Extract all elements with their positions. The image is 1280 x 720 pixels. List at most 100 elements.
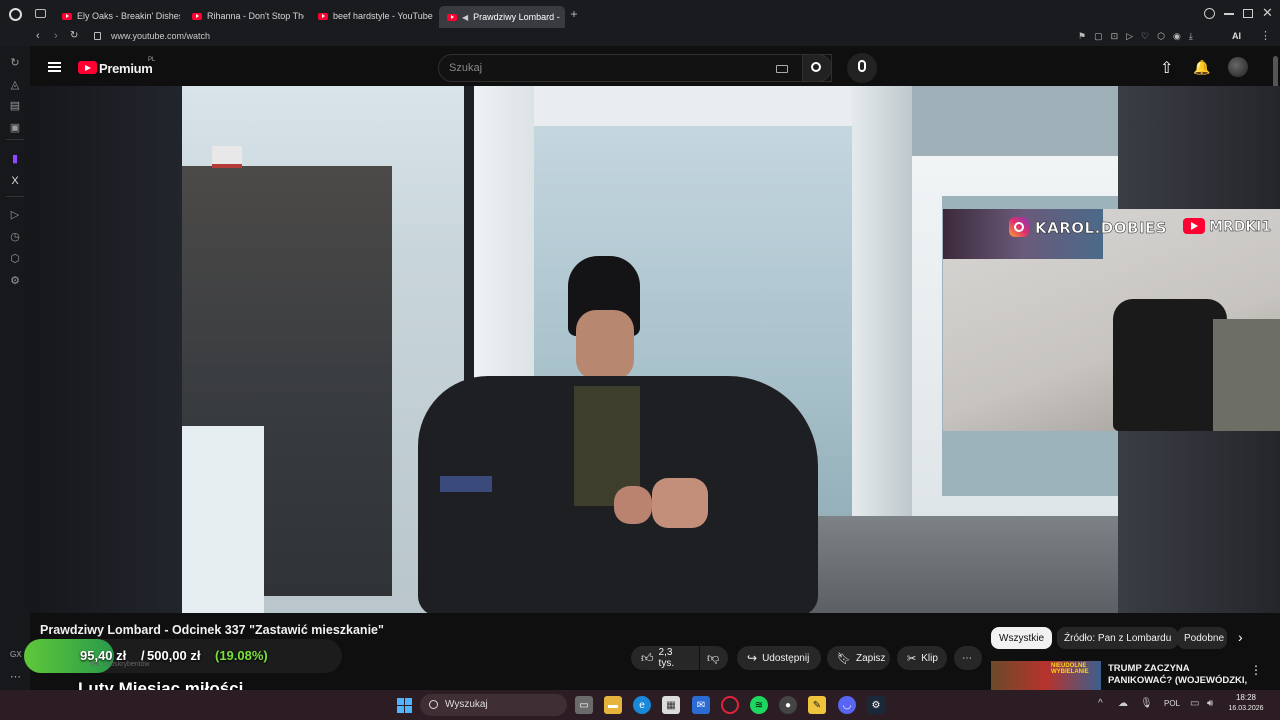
speaker-icon: ◀ (462, 12, 469, 22)
tab-rihanna[interactable]: Rihanna - Don't Stop The (184, 5, 304, 27)
tab-beef-hardstyle[interactable]: beef hardstyle - YouTube (310, 5, 438, 27)
player-icon[interactable]: ▷ (8, 207, 22, 221)
extensions-icon[interactable]: ⬡ (8, 251, 22, 265)
opera-logo-icon[interactable] (9, 8, 22, 21)
tab-label: Ely Oaks - Breakin' Dishes (77, 11, 180, 21)
x-icon[interactable]: X (8, 174, 22, 188)
mic-tray-icon[interactable]: 🎙︎ (1140, 698, 1153, 709)
language-indicator[interactable]: POL (1164, 699, 1180, 708)
display-tray-icon[interactable]: ▭ (1190, 698, 1199, 709)
voice-search-button[interactable] (847, 53, 877, 83)
twitch-icon[interactable]: ▮ (8, 151, 22, 165)
man-hand-left (614, 486, 652, 524)
save-button[interactable]: 🔖︎ Zapisz (827, 646, 890, 670)
donation-goal: 500,00 zł (147, 648, 201, 663)
youtube-header: Premium PL Szukaj ⇧ 🔔 (30, 46, 1280, 96)
clock-date[interactable]: 16.03.2026 (1218, 705, 1274, 712)
minimize-icon[interactable] (1224, 13, 1234, 15)
chevron-right-icon[interactable]: › (1238, 629, 1243, 645)
new-tab-icon[interactable]: + (568, 8, 580, 20)
maximize-icon[interactable] (1243, 9, 1253, 18)
toolbar-extension-icons[interactable]: ⚑▢⊡▷♡⬡◉⤓ (1078, 31, 1201, 42)
chip-all[interactable]: Wszystkie (991, 627, 1052, 649)
youtube-favicon-icon (192, 12, 202, 20)
youtube-favicon-icon (318, 12, 328, 20)
menu-icon[interactable]: ⋮ (1260, 29, 1271, 42)
share-icon: ↪ (747, 651, 758, 665)
history-icon[interactable]: ◷ (8, 229, 22, 243)
browser-tab-strip: Ely Oaks - Breakin' Dishes Rihanna - Don… (0, 0, 1280, 28)
url-field[interactable]: www.youtube.com/watch (111, 31, 210, 41)
tab-menu-icon[interactable] (35, 9, 46, 18)
man-face (576, 310, 634, 380)
bookmark-icon: 🔖︎ (837, 652, 851, 665)
instagram-icon (1009, 217, 1029, 237)
refresh-icon[interactable]: ↻ (8, 55, 22, 69)
reload-icon[interactable]: ↻ (70, 30, 78, 41)
dislike-button[interactable]: 👎︎ (700, 646, 728, 670)
volume-tray-icon[interactable]: 🔊︎ (1207, 698, 1213, 709)
outlook-icon[interactable]: ✉ (692, 696, 710, 714)
chip-source[interactable]: Źródło: Pan z Lombardu (1057, 627, 1179, 649)
pinboard-icon[interactable]: ▤ (8, 98, 22, 112)
notifications-bell-icon[interactable]: 🔔 (1193, 59, 1210, 76)
upload-icon[interactable]: ⇧ (1160, 58, 1173, 78)
avatar[interactable] (1228, 57, 1248, 77)
file-explorer-icon[interactable]: ▬ (604, 696, 622, 714)
back-icon[interactable]: ‹ (36, 30, 40, 42)
recommendation-menu-icon[interactable]: ⋮ (1250, 663, 1262, 677)
thumbs-down-icon: 👎︎ (707, 650, 720, 665)
windows-start-icon[interactable] (395, 696, 413, 714)
keyboard-icon[interactable] (776, 65, 788, 73)
youtube-logo-text[interactable]: Premium (99, 61, 153, 76)
github-icon[interactable]: ● (779, 696, 797, 714)
spotify-icon[interactable]: ≋ (750, 696, 768, 714)
opera-gx-icon[interactable] (721, 696, 739, 714)
close-icon[interactable]: ✕ (1262, 6, 1274, 20)
clip-button[interactable]: ✂ Klip (897, 646, 947, 670)
video-player[interactable]: KAROL.DOBIES MRDKI1 (30, 86, 1280, 613)
network-tray-icon[interactable]: ☁ (1118, 698, 1128, 709)
white-panel (182, 426, 264, 613)
edge-icon[interactable]: e (633, 696, 651, 714)
gaming-chair (1113, 299, 1227, 431)
like-button[interactable]: 👍︎ 2,3 tys. (631, 646, 699, 670)
search-icon (429, 700, 438, 709)
clip-label: Klip (921, 652, 938, 664)
youtube-favicon-icon (62, 12, 72, 20)
window-top-frame (534, 86, 864, 126)
forward-icon[interactable]: › (54, 30, 58, 42)
settings-icon[interactable]: ⚙ (8, 273, 22, 287)
aria-icon[interactable]: ◬ (8, 77, 22, 91)
youtube-favicon-icon (447, 13, 457, 21)
steam-icon[interactable]: ⚙ (867, 696, 885, 714)
app-icon[interactable]: ✎ (808, 696, 826, 714)
chip-similar[interactable]: Podobne (1177, 627, 1227, 649)
ai-button[interactable]: AI (1232, 31, 1241, 41)
tab-ely-oaks[interactable]: Ely Oaks - Breakin' Dishes (54, 5, 180, 27)
clock-time[interactable]: 18:28 (1220, 693, 1256, 702)
subscriber-count: tys. subskrybentów (90, 661, 150, 668)
more-icon[interactable]: ⋯ (10, 670, 21, 683)
chip-label: Wszystkie (999, 632, 1044, 644)
microphone-icon (858, 60, 866, 72)
store-icon[interactable]: ▦ (662, 696, 680, 714)
messenger-icon[interactable]: ▣ (8, 120, 22, 134)
window-right-post (852, 86, 912, 556)
taskbar-search[interactable]: Wyszukaj (420, 694, 567, 716)
more-actions-button[interactable]: ⋯ (954, 646, 982, 670)
task-view-icon[interactable]: ▭ (575, 696, 593, 714)
discord-icon[interactable]: ◡ (838, 696, 856, 714)
recommendation-thumbnail[interactable]: NIEUDOLNE WYBIELANIE (991, 661, 1101, 690)
gx-icon[interactable]: GX (10, 650, 22, 659)
tab-label: beef hardstyle - YouTube (333, 11, 433, 21)
thumbs-up-icon: 👍︎ (641, 650, 654, 665)
search-button[interactable] (802, 54, 832, 82)
tray-chevron-icon[interactable]: ^ (1098, 698, 1103, 709)
youtube-logo-icon[interactable] (78, 61, 97, 74)
search-input[interactable]: Szukaj (438, 54, 832, 82)
hamburger-menu-icon[interactable] (48, 62, 61, 72)
search-tabs-icon[interactable] (1204, 8, 1215, 19)
tab-prawdziwy-lombard[interactable]: ◀ Prawdziwy Lombard - (439, 6, 565, 28)
share-button[interactable]: ↪ Udostępnij (737, 646, 821, 670)
